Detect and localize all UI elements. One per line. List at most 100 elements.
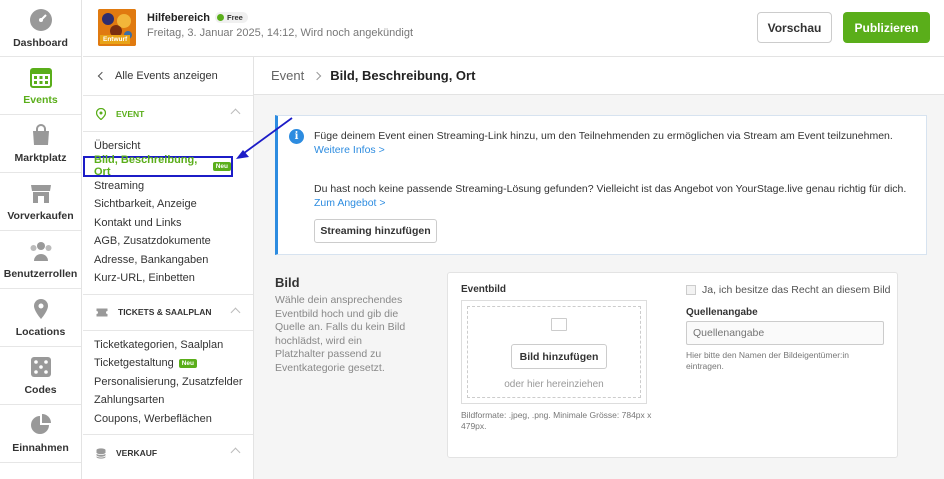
- main-content: i Füge deinem Event einen Streaming-Link…: [254, 95, 944, 479]
- dropzone-dashed-border: Bild hinzufügen oder hier hereinziehen: [467, 306, 641, 398]
- nav-events[interactable]: Events: [0, 57, 81, 115]
- sidebar-item-kurz-url[interactable]: Kurz-URL, Einbetten: [83, 269, 253, 288]
- section-description-bild: Wähle dein ansprechendes Eventbild hoch …: [275, 294, 406, 374]
- sidebar-item-sichtbarkeit[interactable]: Sichtbarkeit, Anzeige: [83, 195, 253, 214]
- image-rights-label: Ja, ich besitze das Recht an diesem Bild: [702, 284, 891, 296]
- sidebar-item-label: Ticketgestaltung: [94, 357, 174, 370]
- nav-codes[interactable]: Codes: [0, 347, 81, 405]
- chevron-up-icon[interactable]: [230, 108, 241, 119]
- back-to-events-link[interactable]: Alle Events anzeigen: [83, 57, 253, 96]
- pie-chart-icon: [30, 414, 51, 434]
- tickets-section-list: Ticketkategorien, Saalplan Ticketgestalt…: [83, 331, 253, 435]
- checkbox-icon[interactable]: [686, 285, 696, 295]
- nav-locations[interactable]: Locations: [0, 289, 81, 347]
- sidebar-item-coupons[interactable]: Coupons, Werbeflächen: [83, 410, 253, 429]
- nav-benutzerrollen[interactable]: Benutzerrollen: [0, 231, 81, 289]
- yourstage-info-text: Du hast noch keine passende Streaming-Lö…: [314, 183, 907, 195]
- back-to-events-label: Alle Events anzeigen: [115, 70, 218, 82]
- streaming-info-text: Füge deinem Event einen Streaming-Link h…: [314, 130, 893, 142]
- nav-vorverkaufen-label: Vorverkaufen: [7, 210, 74, 222]
- database-icon: [96, 447, 106, 459]
- source-help: Hier bitte den Namen der Bildeigentümer:…: [686, 350, 850, 371]
- source-input[interactable]: [686, 321, 884, 345]
- chevron-up-icon[interactable]: [230, 307, 241, 317]
- dashboard-icon: [29, 8, 52, 31]
- sidebar-item-ticketkategorien[interactable]: Ticketkategorien, Saalplan: [83, 336, 253, 355]
- sidebar-item-kontakt[interactable]: Kontakt und Links: [83, 214, 253, 233]
- sidebar-item-label: Ticketkategorien, Saalplan: [94, 338, 224, 351]
- streaming-info-box: i Füge deinem Event einen Streaming-Link…: [275, 115, 927, 255]
- preview-button[interactable]: Vorschau: [757, 12, 832, 43]
- location-pin-icon: [33, 299, 48, 319]
- event-header: Entwurf Hilfebereich Free Freitag, 3. Ja…: [83, 0, 944, 57]
- nav-dashboard[interactable]: Dashboard: [0, 0, 81, 57]
- nav-dashboard-label: Dashboard: [13, 36, 68, 49]
- publish-button[interactable]: Publizieren: [843, 12, 930, 43]
- status-dot-icon: [217, 14, 224, 21]
- nav-codes-label: Codes: [24, 384, 57, 396]
- section-event-header[interactable]: EVENT: [83, 96, 253, 132]
- free-badge: Free: [215, 12, 248, 23]
- sidebar-item-personalisierung[interactable]: Personalisierung, Zusatzfelder: [83, 373, 253, 392]
- drag-hint: oder hier hereinziehen: [504, 379, 604, 390]
- ticket-icon: [96, 308, 108, 316]
- info-icon: i: [289, 129, 304, 144]
- image-upload-card: Eventbild Bild hinzufügen oder hier here…: [447, 272, 898, 458]
- main-navigation-rail: Dashboard Events Marktplatz Vorverkaufen…: [0, 0, 82, 479]
- sidebar-item-label: Adresse, Bankangaben: [94, 253, 209, 266]
- sidebar-item-label: Sichtbarkeit, Anzeige: [94, 198, 197, 211]
- image-icon: [551, 318, 567, 331]
- new-badge: Neu: [178, 358, 197, 368]
- sidebar-item-bild-beschreibung-ort[interactable]: Bild, Beschreibung, Ort Neu: [83, 154, 233, 178]
- add-streaming-button[interactable]: Streaming hinzufügen: [314, 219, 437, 243]
- event-subtitle: Freitag, 3. Januar 2025, 14:12, Wird noc…: [147, 27, 414, 39]
- image-dropzone[interactable]: Bild hinzufügen oder hier hereinziehen: [461, 300, 647, 404]
- sidebar-item-label: Coupons, Werbeflächen: [94, 412, 212, 425]
- sidebar-item-label: Personalisierung, Zusatzfelder: [94, 375, 243, 388]
- sidebar-item-uebersicht[interactable]: Übersicht: [83, 137, 253, 156]
- sidebar-item-agb[interactable]: AGB, Zusatzdokumente: [83, 232, 253, 251]
- chevron-left-icon: [97, 71, 107, 81]
- nav-marktplatz-label: Marktplatz: [14, 152, 67, 164]
- new-badge: Neu: [212, 161, 231, 171]
- event-thumbnail: Entwurf: [98, 9, 136, 46]
- sidebar-item-label: Übersicht: [94, 140, 141, 153]
- nav-einnahmen[interactable]: Einnahmen: [0, 405, 81, 463]
- chevron-right-icon: [313, 71, 322, 80]
- sidebar-item-zahlungsarten[interactable]: Zahlungsarten: [83, 391, 253, 410]
- shopping-bag-icon: [32, 124, 49, 145]
- sidebar-item-adresse[interactable]: Adresse, Bankangaben: [83, 251, 253, 270]
- image-format-hint: Bildformate: .jpeg, .png. Minimale Gröss…: [461, 410, 652, 431]
- sidebar-item-label: Kontakt und Links: [94, 216, 182, 229]
- image-rights-checkbox[interactable]: Ja, ich besitze das Recht an diesem Bild: [686, 284, 891, 296]
- eventbild-label: Eventbild: [461, 284, 507, 295]
- sidebar-item-label: Zahlungsarten: [94, 394, 165, 407]
- sidebar-item-label: Streaming: [94, 179, 145, 192]
- dice-icon: [30, 357, 51, 377]
- section-title-bild: Bild: [275, 275, 300, 290]
- nav-vorverkaufen[interactable]: Vorverkaufen: [0, 173, 81, 231]
- section-tickets-header[interactable]: TICKETS & SAALPLAN: [83, 295, 253, 331]
- chevron-up-icon[interactable]: [230, 447, 241, 458]
- breadcrumb-root[interactable]: Event: [271, 68, 304, 83]
- add-image-button[interactable]: Bild hinzufügen: [511, 344, 607, 369]
- nav-einnahmen-label: Einnahmen: [12, 442, 69, 454]
- sidebar-item-streaming[interactable]: Streaming: [83, 177, 253, 196]
- calendar-icon: [29, 68, 52, 88]
- location-pin-icon: [96, 107, 106, 120]
- section-verkauf-label: VERKAUF: [116, 448, 158, 458]
- sidebar-item-label: AGB, Zusatzdokumente: [94, 235, 211, 248]
- nav-marktplatz[interactable]: Marktplatz: [0, 115, 81, 173]
- nav-events-label: Events: [23, 94, 58, 106]
- nav-locations-label: Locations: [15, 326, 66, 338]
- sidebar-item-ticketgestaltung[interactable]: Ticketgestaltung Neu: [83, 354, 253, 373]
- breadcrumb: Event Bild, Beschreibung, Ort: [254, 57, 944, 95]
- offer-link[interactable]: Zum Angebot >: [314, 197, 386, 209]
- nav-benutzerrollen-label: Benutzerrollen: [3, 268, 78, 280]
- store-icon: [30, 185, 51, 203]
- section-verkauf-header[interactable]: VERKAUF: [83, 435, 253, 471]
- more-info-link[interactable]: Weitere Infos >: [314, 144, 385, 156]
- section-event-label: EVENT: [116, 108, 145, 119]
- sidebar-item-label: Bild, Beschreibung, Ort: [94, 154, 198, 178]
- draft-badge: Entwurf: [100, 35, 131, 44]
